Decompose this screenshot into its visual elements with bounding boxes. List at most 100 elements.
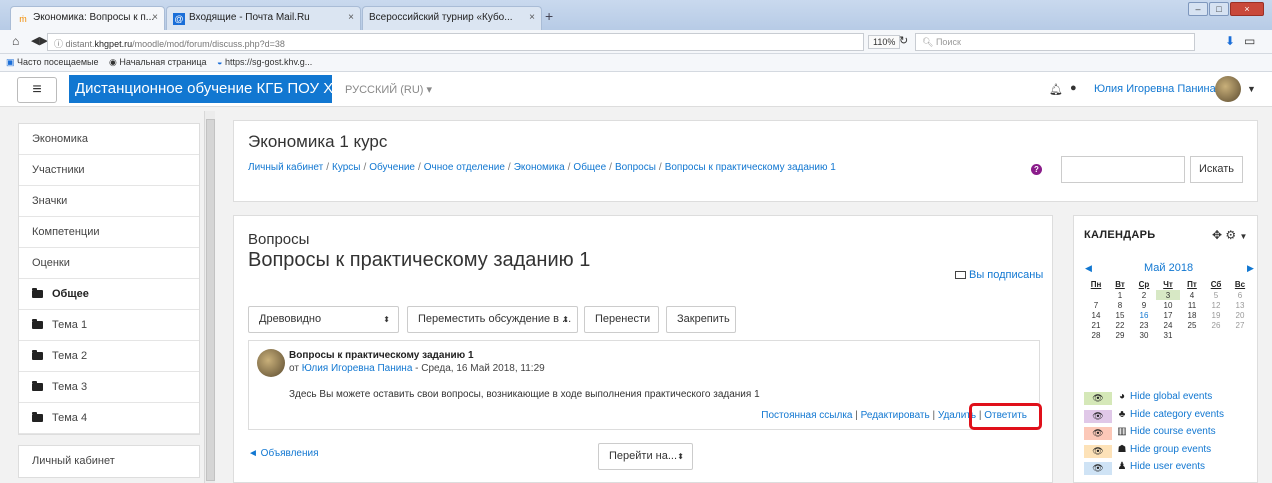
user-name[interactable]: Юлия Игоревна Панина [1094,83,1216,95]
calendar-day[interactable]: 25 [1180,320,1204,330]
calendar-day[interactable]: 30 [1132,330,1156,340]
caret-down-icon[interactable]: ▼ [1240,232,1248,241]
calendar-day[interactable]: 31 [1156,330,1180,340]
breadcrumb-item[interactable]: Обучение [369,162,415,173]
browser-tab-mail[interactable]: @ Входящие - Почта Mail.Ru × [166,6,361,30]
url-bar[interactable]: ⓘ distant.khgpet.ru/moodle/mod/forum/dis… [47,33,864,51]
search-button[interactable]: Искать [1190,156,1243,183]
breadcrumb-item[interactable]: Очное отделение [424,162,505,173]
calendar-day[interactable]: 8 [1108,300,1132,310]
nav-item-dashboard[interactable]: Личный кабинет [19,446,199,477]
nav-item-economics[interactable]: Экономика [19,124,199,155]
nav-item-topic-1[interactable]: Тема 1 [19,310,199,341]
avatar[interactable] [1215,76,1241,102]
calendar-day[interactable]: 21 [1084,320,1108,330]
jump-to-select[interactable]: Перейти на... ⬍ [598,443,693,470]
calendar-day[interactable]: 4 [1180,290,1204,300]
move-icon[interactable]: ✥ [1212,228,1222,242]
calendar-day[interactable]: 27 [1228,320,1252,330]
nav-item-topic-4[interactable]: Тема 4 [19,403,199,434]
bookmark-sg-gost[interactable]: ◒ https://sg-gost.khv.g... [217,57,312,67]
breadcrumb-item[interactable]: Курсы [332,162,360,173]
calendar-day[interactable]: 9 [1132,300,1156,310]
bookmark-frequent[interactable]: ▣ Часто посещаемые [6,57,99,67]
browser-search-bar[interactable]: 🔍︎ Поиск [915,33,1195,51]
breadcrumb-item[interactable]: Вопросы к практическому заданию 1 [665,162,836,173]
site-name[interactable]: Дистанционное обучение КГБ ПОУ ХПЭТ [69,75,364,103]
zoom-level[interactable]: 110% [868,35,901,49]
event-toggle[interactable]: 👁︎ ☗ Hide group events [1084,444,1254,460]
calendar-day[interactable]: 20 [1228,310,1252,320]
calendar-day[interactable]: 17 [1156,310,1180,320]
bell-icon[interactable]: 🔔︎ [1049,83,1063,96]
calendar-day[interactable]: 15 [1108,310,1132,320]
nav-item-topic-3[interactable]: Тема 3 [19,372,199,403]
subscription-toggle[interactable]: Вы подписаны [955,269,1043,281]
maximize-icon[interactable]: □ [1209,2,1229,16]
post-author-link[interactable]: Юлия Игоревна Панина [302,363,413,374]
close-icon[interactable]: × [348,12,354,23]
calendar-day[interactable]: 26 [1204,320,1228,330]
close-icon[interactable]: × [152,12,158,23]
event-toggle[interactable]: 👁︎ ♟ Hide user events [1084,461,1254,477]
calendar-day[interactable]: 1 [1108,290,1132,300]
calendar-day[interactable]: 16 [1132,310,1156,320]
permalink-link[interactable]: Постоянная ссылка [761,410,852,421]
previous-discussion-link[interactable]: ◄ Объявления [248,448,319,459]
course-title[interactable]: Экономика 1 курс [248,132,387,152]
reload-icon[interactable]: ↻ [899,34,908,47]
breadcrumb-item[interactable]: Вопросы [615,162,656,173]
calendar-day[interactable]: 19 [1204,310,1228,320]
browser-tab-tournament[interactable]: Всероссийский турнир «Кубо... × [362,6,542,30]
calendar-day[interactable]: 10 [1156,300,1180,310]
browser-tab-moodle[interactable]: ṁ Экономика: Вопросы к п... × [10,6,165,30]
drawer-scrollbar[interactable] [204,111,215,483]
calendar-day[interactable]: 12 [1204,300,1228,310]
calendar-day[interactable]: 5 [1204,290,1228,300]
calendar-day[interactable]: 13 [1228,300,1252,310]
calendar-day[interactable]: 11 [1180,300,1204,310]
help-icon[interactable]: ? [1031,164,1042,175]
calendar-day[interactable]: 18 [1180,310,1204,320]
calendar-day[interactable]: 23 [1132,320,1156,330]
search-input[interactable] [1061,156,1185,183]
nav-item-topic-2[interactable]: Тема 2 [19,341,199,372]
bookmark-start[interactable]: ◉ Начальная страница [109,57,206,67]
nav-item-participants[interactable]: Участники [19,155,199,186]
calendar-day[interactable]: 24 [1156,320,1180,330]
nav-item-general[interactable]: Общее [19,279,199,310]
move-button[interactable]: Перенести [584,306,659,333]
download-icon[interactable]: ⬇ [1225,34,1235,48]
calendar-day[interactable]: 29 [1108,330,1132,340]
language-menu[interactable]: РУССКИЙ (RU) ▾ [345,83,432,96]
caret-down-icon[interactable]: ▼ [1247,84,1256,94]
calendar-next-icon[interactable]: ▶ [1247,263,1254,274]
calendar-day[interactable]: 14 [1084,310,1108,320]
back-icon[interactable]: ◀▶ [31,34,48,47]
calendar-day[interactable]: 2 [1132,290,1156,300]
calendar-day[interactable]: 28 [1084,330,1108,340]
event-toggle[interactable]: 👁︎ ▥ Hide course events [1084,426,1254,442]
scrollbar-thumb[interactable] [206,119,215,481]
pin-button[interactable]: Закрепить [666,306,736,333]
chat-icon[interactable]: ● [1070,82,1077,94]
display-mode-select[interactable]: Древовидно ⬍ [248,306,399,333]
home-icon[interactable]: ⌂ [12,34,19,48]
calendar-prev-icon[interactable]: ◀ [1085,263,1092,274]
gear-icon[interactable]: ⚙ [1225,228,1236,242]
nav-item-grades[interactable]: Оценки [19,248,199,279]
new-tab-button[interactable]: + [545,8,553,24]
close-icon[interactable]: × [529,12,535,23]
breadcrumb-item[interactable]: Общее [573,162,606,173]
calendar-day[interactable]: 6 [1228,290,1252,300]
calendar-day[interactable]: 3 [1156,290,1180,300]
move-discussion-select[interactable]: Переместить обсуждение в ... ⬍ [407,306,578,333]
avatar[interactable] [257,349,285,377]
calendar-day[interactable]: 7 [1084,300,1108,310]
calendar-month[interactable]: Май 2018 [1144,262,1193,274]
breadcrumb-item[interactable]: Личный кабинет [248,162,323,173]
minimize-icon[interactable]: – [1188,2,1208,16]
event-toggle[interactable]: 👁︎ ♣ Hide category events [1084,409,1254,425]
menu-toggle-button[interactable]: ≡ [17,77,57,103]
event-toggle[interactable]: 👁︎ ◕ Hide global events [1084,391,1254,407]
